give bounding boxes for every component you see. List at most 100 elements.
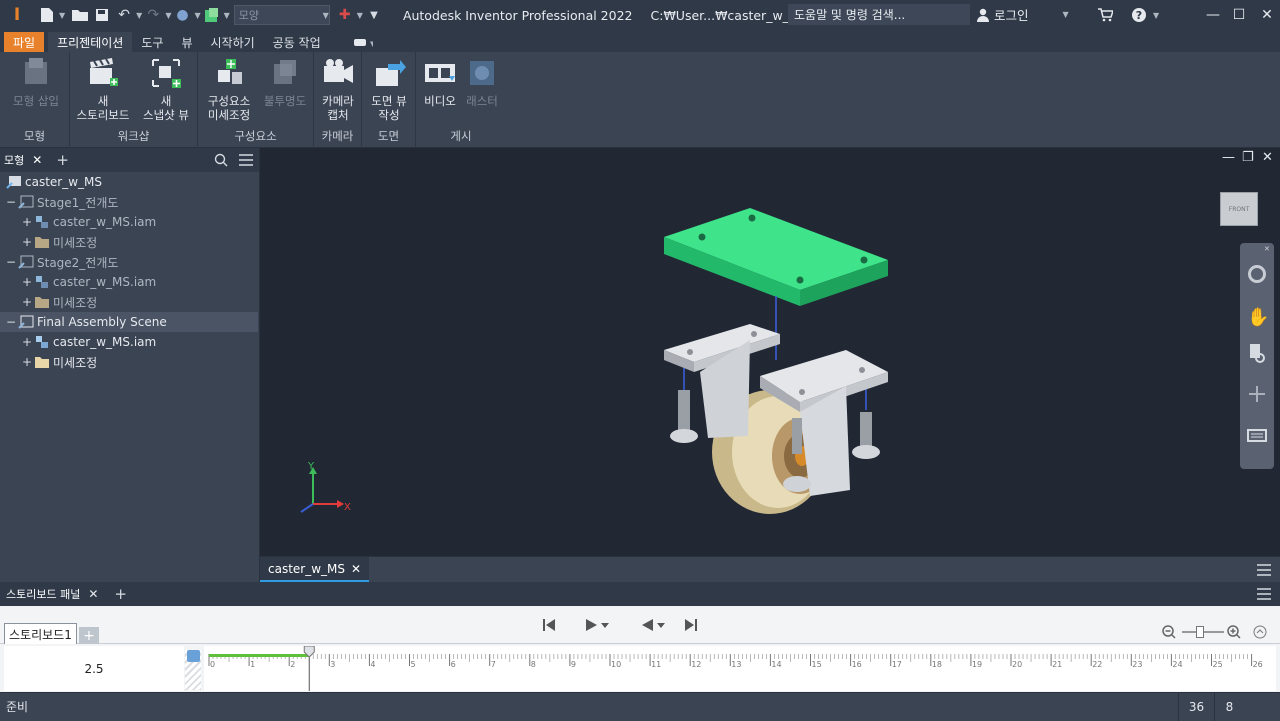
- expand-icon[interactable]: +: [22, 295, 32, 309]
- timeline-tick-label: 8: [531, 660, 536, 669]
- minimize-icon[interactable]: —: [1202, 4, 1224, 26]
- expand-icon[interactable]: +: [22, 355, 32, 369]
- skip-to-end-icon[interactable]: [684, 618, 698, 632]
- redo-icon[interactable]: ↷: [142, 4, 164, 26]
- tree-item-assembly[interactable]: + caster_w_MS.iam: [0, 332, 258, 352]
- ribbon-options-icon[interactable]: ▼: [344, 32, 382, 52]
- collapse-icon[interactable]: −: [6, 315, 16, 329]
- zoom-icon[interactable]: [1248, 343, 1266, 363]
- storyboard-tab[interactable]: 스토리보드1: [4, 623, 77, 644]
- tree-item-tweaks[interactable]: + 미세조정: [0, 232, 258, 252]
- insert-model-button[interactable]: 모형 삽입: [8, 56, 64, 108]
- tree-item-tweaks[interactable]: + 미세조정: [0, 292, 258, 312]
- tab-presentation[interactable]: 프리젠테이션: [48, 32, 133, 52]
- capture-camera-button[interactable]: 카메라 캡처: [316, 56, 360, 122]
- timeline-tick-label: 18: [932, 660, 942, 669]
- timeline-tick-label: 7: [491, 660, 496, 669]
- cart-icon[interactable]: [1094, 4, 1116, 26]
- tree-item-final-scene[interactable]: − Final Assembly Scene: [0, 312, 258, 332]
- new-snapshot-view-button[interactable]: 새 스냅샷 뷰: [136, 56, 196, 122]
- viewcube[interactable]: FRONT: [1220, 192, 1258, 226]
- login-button[interactable]: 로그인 ▼: [976, 5, 1069, 24]
- graphics-viewport[interactable]: — ❐ ✕ FRONT ✕ ✋ Y X: [260, 148, 1280, 556]
- tab-get-started[interactable]: 시작하기: [201, 32, 263, 52]
- measure-icon[interactable]: ●: [171, 4, 193, 26]
- close-icon[interactable]: ✕: [1256, 4, 1278, 26]
- viewport-restore-icon[interactable]: ❐: [1242, 150, 1254, 165]
- viewport-close-icon[interactable]: ✕: [1262, 150, 1273, 165]
- skip-to-start-icon[interactable]: [542, 618, 556, 632]
- zoom-out-icon[interactable]: [1162, 625, 1176, 639]
- browser-tab-model[interactable]: 모형 ✕: [4, 152, 42, 168]
- document-menu-icon[interactable]: [1256, 563, 1272, 577]
- close-tab-icon[interactable]: ✕: [32, 153, 42, 167]
- tab-collaborate[interactable]: 공동 작업: [264, 32, 330, 52]
- save-icon[interactable]: [91, 4, 113, 26]
- mounting-plate-part[interactable]: [664, 208, 888, 306]
- video-button[interactable]: 비디오: [418, 56, 462, 108]
- tree-item-stage2[interactable]: − Stage2_전개도: [0, 252, 258, 272]
- tab-file[interactable]: 파일: [4, 32, 45, 52]
- play-forward-icon[interactable]: [584, 618, 612, 632]
- timeline-tick-label: 19: [972, 660, 982, 669]
- appearance-select[interactable]: 모양 ▼: [233, 5, 330, 25]
- login-label: 로그인: [994, 8, 1029, 23]
- expand-icon[interactable]: +: [22, 275, 32, 289]
- undo-icon[interactable]: ↶: [113, 4, 135, 26]
- document-tab[interactable]: caster_w_MS ✕: [260, 557, 370, 582]
- timeline-tick-label: 26: [1253, 660, 1263, 669]
- expand-icon[interactable]: +: [22, 235, 32, 249]
- help-icon[interactable]: ?: [1128, 4, 1150, 26]
- help-search-input[interactable]: 도움말 및 명령 검색...: [788, 4, 970, 25]
- scene-marker[interactable]: [185, 650, 201, 690]
- close-panel-icon[interactable]: ✕: [88, 587, 98, 601]
- add-panel-icon[interactable]: +: [114, 585, 127, 603]
- material-icon[interactable]: [201, 4, 223, 26]
- pan-hand-icon[interactable]: ✋: [1247, 307, 1269, 328]
- status-count-a: 36: [1188, 700, 1205, 714]
- group-publish-label: 게시: [450, 129, 472, 143]
- add-tab-icon[interactable]: +: [56, 151, 69, 169]
- nav-close-icon[interactable]: ✕: [1264, 245, 1270, 253]
- collapse-timeline-icon[interactable]: [1253, 625, 1267, 639]
- new-storyboard-button[interactable]: 새 스토리보드: [72, 56, 134, 122]
- add-storyboard-button[interactable]: +: [79, 627, 99, 644]
- panel-menu-icon[interactable]: [1256, 587, 1272, 601]
- zoom-in-icon[interactable]: [1227, 625, 1241, 639]
- expand-icon[interactable]: +: [22, 335, 32, 349]
- close-document-icon[interactable]: ✕: [351, 562, 361, 576]
- raster-button[interactable]: 래스터: [460, 56, 504, 108]
- opacity-button[interactable]: 불투명도: [258, 56, 312, 108]
- document-tab-label: caster_w_MS: [268, 561, 346, 576]
- orbit-icon[interactable]: [1248, 385, 1266, 403]
- open-folder-icon[interactable]: [69, 4, 91, 26]
- tree-root[interactable]: caster_w_MS: [0, 172, 258, 192]
- tree-item-assembly[interactable]: + caster_w_MS.iam: [0, 272, 258, 292]
- tab-view[interactable]: 뷰: [172, 32, 201, 52]
- tree-item-stage1[interactable]: − Stage1_전개도: [0, 192, 258, 212]
- inventor-logo-icon[interactable]: I: [6, 4, 28, 26]
- caster-model[interactable]: [650, 200, 920, 520]
- tree-item-tweaks[interactable]: + 미세조정: [0, 352, 258, 372]
- play-reverse-icon[interactable]: [640, 618, 668, 632]
- plus-cross-icon[interactable]: ✚: [334, 4, 356, 26]
- look-at-icon[interactable]: [1247, 427, 1267, 443]
- timeline-track[interactable]: 0 1 2 3 4 5 6 7 8 9 10 11 12 13 14 15 16 17 18 19 20 21 22 23 24…: [204, 645, 1276, 691]
- tweak-components-button[interactable]: 구성요소 미세조정: [200, 56, 258, 122]
- zoom-slider[interactable]: [1182, 626, 1224, 638]
- collapse-icon[interactable]: −: [6, 255, 16, 269]
- collapse-icon[interactable]: −: [6, 195, 16, 209]
- camera-marker-icon[interactable]: [187, 650, 200, 662]
- viewport-minimize-icon[interactable]: —: [1222, 150, 1235, 165]
- expand-icon[interactable]: +: [22, 215, 32, 229]
- new-file-icon[interactable]: [36, 4, 58, 26]
- browser-menu-icon[interactable]: [238, 153, 254, 167]
- zoom-slider-thumb[interactable]: [1196, 626, 1204, 638]
- maximize-icon[interactable]: ☐: [1228, 4, 1250, 26]
- customize-menu-icon[interactable]: ▼: [363, 4, 385, 26]
- create-drawing-view-button[interactable]: 도면 뷰 작성: [364, 56, 414, 122]
- steering-wheel-icon[interactable]: [1248, 265, 1266, 283]
- search-icon[interactable]: [214, 153, 228, 167]
- tab-tools[interactable]: 도구: [132, 32, 172, 52]
- tree-item-assembly[interactable]: + caster_w_MS.iam: [0, 212, 258, 232]
